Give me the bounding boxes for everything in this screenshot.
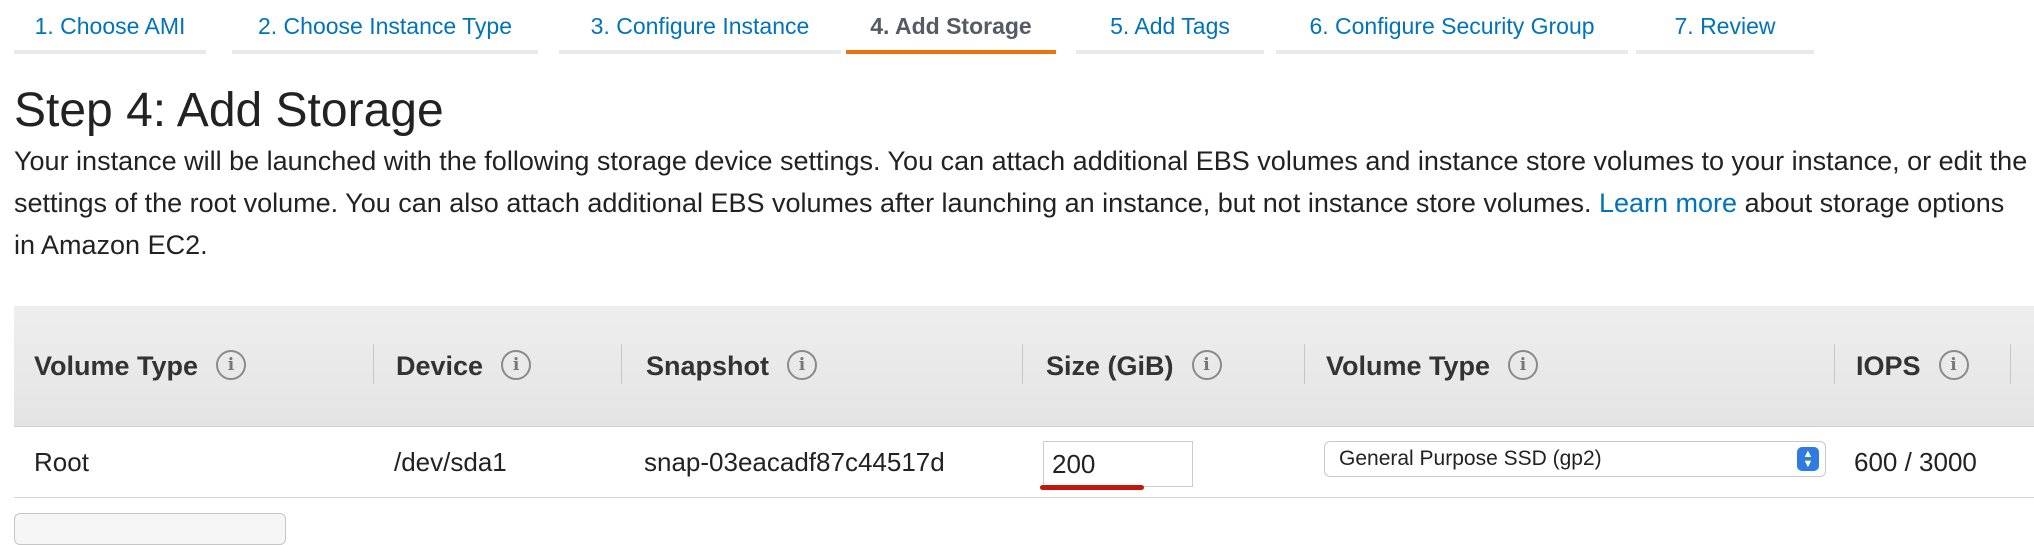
- tab-add-storage[interactable]: 4. Add Storage: [846, 0, 1056, 54]
- table-row: Root /dev/sda1 snap-03eacadf87c44517d Ge…: [14, 427, 2034, 498]
- info-icon[interactable]: i: [1191, 349, 1222, 380]
- tab-choose-ami[interactable]: 1. Choose AMI: [14, 0, 206, 54]
- cell-volume-type: Root: [34, 447, 89, 477]
- learn-more-link[interactable]: Learn more: [1599, 188, 1737, 218]
- tab-add-tags[interactable]: 5. Add Tags: [1076, 0, 1264, 54]
- tab-configure-security-group[interactable]: 6. Configure Security Group: [1276, 0, 1628, 54]
- header-label: Volume Type: [1326, 351, 1491, 381]
- volume-type-select[interactable]: General Purpose SSD (gp2) ▲ ▼: [1324, 441, 1826, 477]
- column-divider: [1304, 344, 1305, 384]
- header-label: Volume Type: [34, 351, 199, 381]
- cell-device: /dev/sda1: [394, 447, 507, 477]
- size-input[interactable]: [1043, 441, 1193, 487]
- header-size: Size (GiB) i: [1046, 306, 1222, 426]
- annotation-underline: [1040, 485, 1144, 490]
- tab-choose-instance-type[interactable]: 2. Choose Instance Type: [232, 0, 538, 54]
- header-volume-type: Volume Type i: [34, 306, 247, 426]
- select-arrows-icon: ▲ ▼: [1797, 447, 1819, 471]
- header-label: IOPS: [1856, 351, 1921, 381]
- column-divider: [373, 344, 374, 384]
- cell-iops: 600 / 3000: [1854, 447, 1977, 477]
- info-icon[interactable]: i: [501, 349, 532, 380]
- cell-snapshot: snap-03eacadf87c44517d: [644, 447, 945, 477]
- header-iops: IOPS i: [1856, 306, 1969, 426]
- add-new-volume-button[interactable]: [14, 513, 286, 545]
- column-divider: [1022, 344, 1023, 384]
- column-divider: [2010, 344, 2011, 384]
- page-title: Step 4: Add Storage: [14, 84, 444, 137]
- volume-type-select-value: General Purpose SSD (gp2): [1339, 447, 1602, 470]
- column-divider: [1834, 344, 1835, 384]
- page-description: Your instance will be launched with the …: [14, 140, 2029, 266]
- storage-table: Volume Type i Device i Snapshot i Size (GiB…: [14, 306, 2034, 498]
- tab-configure-instance[interactable]: 3. Configure Instance: [559, 0, 841, 54]
- header-device: Device i: [396, 306, 532, 426]
- column-divider: [621, 344, 622, 384]
- header-snapshot: Snapshot i: [646, 306, 818, 426]
- info-icon[interactable]: i: [1508, 349, 1539, 380]
- header-label: Snapshot: [646, 351, 770, 381]
- info-icon[interactable]: i: [787, 349, 818, 380]
- info-icon[interactable]: i: [216, 349, 247, 380]
- header-label: Device: [396, 351, 484, 381]
- info-icon[interactable]: i: [1938, 349, 1969, 380]
- table-header: Volume Type i Device i Snapshot i Size (GiB…: [14, 306, 2034, 427]
- header-label: Size (GiB): [1046, 351, 1174, 381]
- header-volume-type-select: Volume Type i: [1326, 306, 1539, 426]
- tab-review[interactable]: 7. Review: [1636, 0, 1814, 54]
